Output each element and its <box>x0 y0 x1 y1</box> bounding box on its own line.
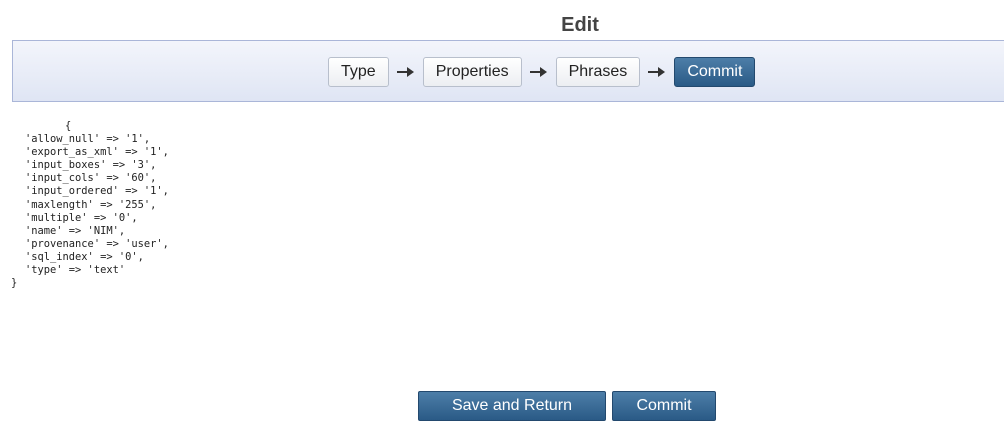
code-line: 'export_as_xml' => '1', <box>25 146 169 159</box>
config-code-block: { 'allow_null' => '1', 'export_as_xml' =… <box>11 120 169 290</box>
page-title: Edit <box>561 14 599 36</box>
code-line: 'input_ordered' => '1', <box>25 185 169 198</box>
code-line: 'sql_index' => '0', <box>25 250 144 263</box>
step-commit-button[interactable]: Commit <box>674 57 756 87</box>
arrow-right-icon <box>640 57 674 87</box>
code-line: 'name' => 'NIM', <box>25 224 126 237</box>
wizard-steps: Type Properties Phrases Commit <box>328 57 756 87</box>
action-buttons: Save and Return Commit <box>418 391 716 421</box>
code-open-brace: { <box>65 120 72 132</box>
step-type-button[interactable]: Type <box>328 57 389 87</box>
step-properties-button[interactable]: Properties <box>422 57 522 87</box>
code-line: 'type' => 'text' <box>25 264 126 277</box>
save-and-return-button[interactable]: Save and Return <box>418 391 606 421</box>
step-phrases-button[interactable]: Phrases <box>555 57 641 87</box>
code-line: 'input_boxes' => '3', <box>25 159 157 172</box>
code-line: 'maxlength' => '255', <box>25 198 157 211</box>
code-line: 'allow_null' => '1', <box>25 133 151 146</box>
commit-button[interactable]: Commit <box>612 391 716 421</box>
code-line: 'multiple' => '0', <box>25 211 138 224</box>
code-line: 'input_cols' => '60', <box>25 172 157 185</box>
arrow-right-icon <box>389 57 423 87</box>
code-line: 'provenance' => 'user', <box>25 237 169 250</box>
wizard-bar: Type Properties Phrases Commit <box>12 40 1004 102</box>
code-close-brace: } <box>11 277 18 290</box>
arrow-right-icon <box>522 57 556 87</box>
